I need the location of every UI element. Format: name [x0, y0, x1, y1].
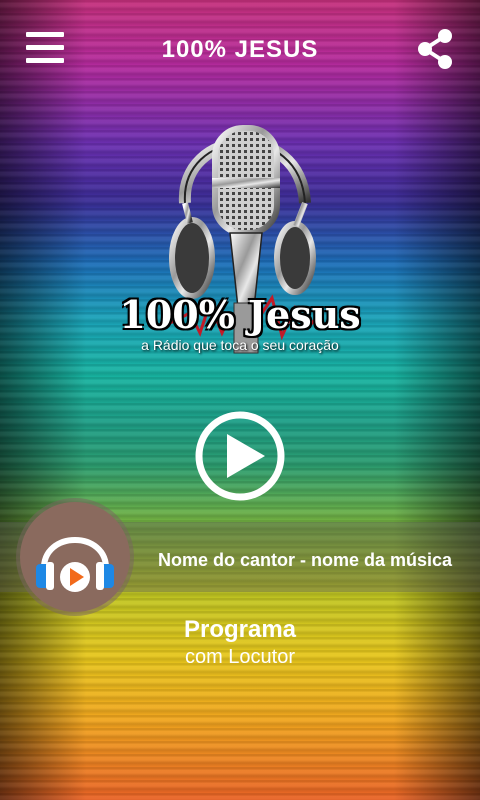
play-button[interactable]	[194, 410, 286, 502]
logo-title: 100% Jesus	[119, 292, 361, 337]
top-bar: 100% JESUS	[0, 0, 480, 100]
station-avatar	[20, 502, 130, 612]
program-host: com Locutor	[184, 646, 296, 668]
now-playing-text: Nome do cantor - nome da música	[158, 550, 453, 570]
play-icon	[227, 434, 265, 478]
logo-subtitle: a Rádio que toca o seu coração	[141, 337, 339, 353]
headphones-play-icon	[36, 537, 114, 592]
share-icon[interactable]	[415, 28, 455, 70]
program-name: Programa	[183, 616, 297, 643]
app-title: 100% JESUS	[161, 36, 319, 63]
